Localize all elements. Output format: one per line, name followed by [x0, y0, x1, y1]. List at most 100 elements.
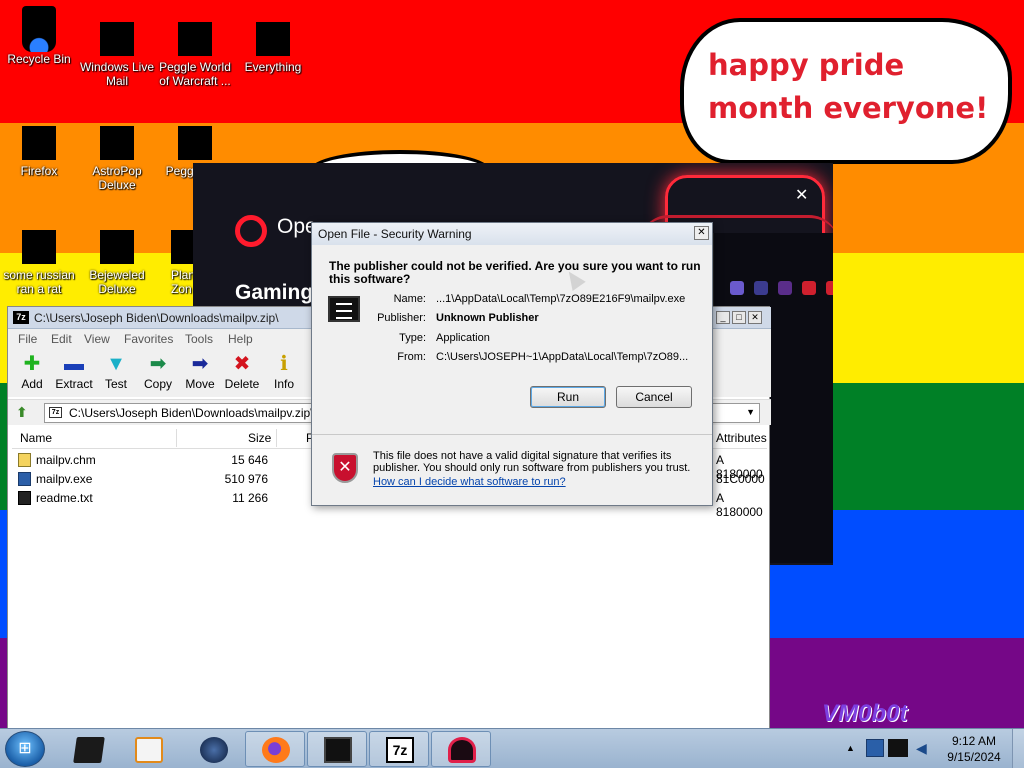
preview-tile — [826, 281, 833, 295]
extract-label: Extract — [55, 377, 93, 391]
7zip-logo-icon: 7z — [13, 311, 29, 324]
desktop-icon-astropop[interactable]: AstroPop Deluxe — [79, 126, 155, 192]
watermark-logo: VM0b0t — [822, 700, 908, 727]
publisher-label: Publisher: — [377, 312, 426, 324]
cancel-button[interactable]: Cancel — [616, 386, 692, 408]
redacted-icon — [22, 230, 56, 264]
vm-tools-icon[interactable] — [888, 739, 908, 757]
add-icon: ✚ — [23, 353, 41, 375]
taskbar-item-window[interactable] — [307, 731, 367, 767]
speech-bubble: happy pride month everyone! — [680, 18, 1012, 164]
start-button[interactable]: ⊞ — [5, 731, 45, 767]
delete-button[interactable]: ✖ Delete — [221, 351, 263, 391]
run-button[interactable]: Run — [530, 386, 606, 408]
up-folder-icon[interactable]: ⬆ — [16, 404, 28, 421]
volume-icon[interactable]: ◀ — [916, 740, 927, 757]
preview-tile — [778, 281, 792, 295]
address-text: C:\Users\Joseph Biden\Downloads\mailpv.z… — [69, 406, 314, 420]
desktop-icon-windows-live-mail[interactable]: Windows Live Mail — [79, 22, 155, 88]
dialog-close-button[interactable]: ✕ — [694, 226, 709, 240]
extract-button[interactable]: ▬ Extract — [53, 351, 95, 391]
column-size[interactable]: Size — [248, 431, 271, 445]
speech-bubble-text: happy pride month everyone! — [708, 48, 989, 125]
test-label: Test — [104, 377, 127, 391]
preview-tile — [802, 281, 816, 295]
exe-file-icon — [18, 472, 31, 486]
desktop-icon-label: Windows Live Mail — [79, 60, 155, 88]
network-icon[interactable] — [866, 739, 884, 757]
dialog-titlebar[interactable]: Open File - Security Warning ✕ — [312, 223, 712, 245]
show-desktop-button[interactable] — [1012, 729, 1024, 768]
maximize-button[interactable]: □ — [732, 311, 746, 324]
taskbar-item-7zip[interactable]: 7z — [369, 731, 429, 767]
move-label: Move — [185, 377, 215, 391]
from-label: From: — [397, 351, 426, 363]
minimize-button[interactable]: _ — [716, 311, 730, 324]
desktop-icon-plants-zombies[interactable]: Plan Zon — [157, 230, 197, 296]
system-tray[interactable]: ◀ — [864, 737, 934, 761]
column-divider[interactable] — [176, 429, 177, 447]
add-button[interactable]: ✚ Add — [11, 351, 53, 391]
menu-file[interactable]: File — [18, 332, 37, 346]
menu-help[interactable]: Help — [228, 332, 253, 346]
dialog-footer: ✕ This file does not have a valid digita… — [312, 434, 712, 506]
security-warning-dialog[interactable]: Open File - Security Warning ✕ The publi… — [311, 222, 713, 506]
desktop-icon-label: some russian ran a rat — [3, 268, 75, 296]
close-button[interactable]: ✕ — [748, 311, 762, 324]
extract-icon: ▬ — [64, 353, 84, 375]
shield-warning-icon: ✕ — [332, 453, 358, 483]
file-name: mailpv.exe — [36, 472, 93, 486]
taskbar-item-opera-gx[interactable] — [431, 731, 491, 767]
desktop-icon-recycle-bin[interactable]: Recycle Bin — [1, 6, 77, 66]
redacted-icon — [100, 126, 134, 160]
column-name[interactable]: Name — [20, 431, 52, 445]
taskbar-item-vmware[interactable] — [58, 731, 118, 767]
desktop-icon-russian-rat[interactable]: some russian ran a rat — [1, 230, 77, 296]
taskbar-item-firefox[interactable] — [245, 731, 305, 767]
name-label: Name: — [393, 293, 426, 305]
copy-button[interactable]: ➡ Copy — [137, 351, 179, 391]
desktop-icon-peggle-wow[interactable]: Peggle World of Warcraft ... — [157, 22, 233, 88]
opera-gx-icon — [448, 737, 476, 763]
dialog-title: Open File - Security Warning — [318, 227, 472, 241]
redacted-icon — [178, 126, 212, 160]
info-button[interactable]: ℹ Info — [263, 351, 305, 391]
help-link[interactable]: How can I decide what software to run? — [373, 476, 566, 488]
menu-favorites[interactable]: Favorites — [124, 332, 173, 346]
menu-view[interactable]: View — [84, 332, 110, 346]
chevron-down-icon[interactable]: ▼ — [746, 407, 755, 417]
opera-headline: Gaming — [235, 281, 314, 304]
file-name: readme.txt — [36, 491, 93, 505]
add-label: Add — [21, 377, 43, 391]
taskbar-item-media-player[interactable] — [118, 731, 178, 767]
archive-icon: 7z — [49, 407, 62, 418]
dialog-question: The publisher could not be verified. Are… — [329, 259, 701, 286]
column-attributes[interactable]: Attributes — [716, 431, 767, 445]
preview-tile — [754, 281, 768, 295]
copy-icon: ➡ — [149, 353, 167, 375]
menu-edit[interactable]: Edit — [51, 332, 72, 346]
file-size: 11 266 — [232, 491, 268, 505]
redacted-icon — [100, 22, 134, 56]
move-button[interactable]: ➡ Move — [179, 351, 221, 391]
tray-expand-icon[interactable]: ▲ — [846, 743, 855, 753]
column-divider[interactable] — [276, 429, 277, 447]
type-label: Type: — [399, 332, 426, 344]
desktop-icon-everything[interactable]: Everything — [235, 22, 311, 74]
desktop-icon-label: Bejeweled Deluxe — [89, 268, 145, 296]
taskbar-item-globe[interactable] — [183, 731, 243, 767]
file-attributes: A 8180000 — [716, 491, 763, 519]
desktop-icon-bejeweled[interactable]: Bejeweled Deluxe — [79, 230, 155, 296]
txt-file-icon — [18, 491, 31, 505]
test-button[interactable]: ▼ Test — [95, 351, 137, 391]
menu-tools[interactable]: Tools — [185, 332, 213, 346]
window-icon — [324, 737, 352, 763]
redacted-icon — [256, 22, 290, 56]
desktop-icon-firefox[interactable]: Firefox — [1, 126, 77, 178]
clock-time[interactable]: 9:12 AM — [940, 734, 1008, 748]
type-value: Application — [436, 332, 490, 344]
clock-date[interactable]: 9/15/2024 — [940, 750, 1008, 764]
delete-label: Delete — [224, 377, 260, 391]
opera-close-button[interactable]: ✕ — [795, 185, 808, 205]
opera-logo-icon — [235, 215, 267, 247]
